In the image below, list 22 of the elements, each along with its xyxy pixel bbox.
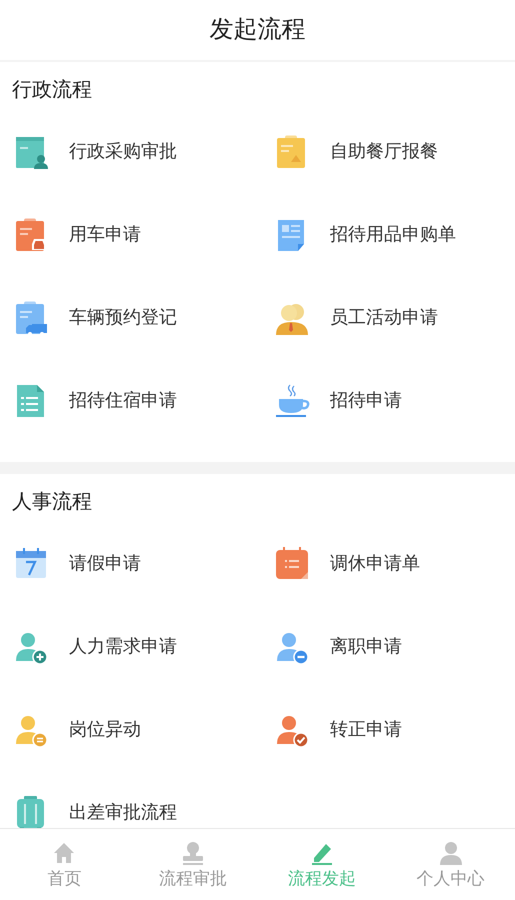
process-item[interactable]: 自助餐厅报餐: [261, 110, 515, 193]
process-item[interactable]: 请假申请: [0, 522, 261, 605]
process-item[interactable]: 调休申请单: [261, 522, 515, 605]
calendar-list-icon: [274, 546, 310, 582]
process-item[interactable]: 出差审批流程: [0, 771, 261, 828]
section-title: 行政流程: [11, 78, 93, 103]
process-item[interactable]: 车辆预约登记: [0, 276, 261, 359]
user-icon: [438, 840, 464, 866]
process-item[interactable]: 行政采购审批: [0, 110, 261, 193]
clipboard-truck-icon: [13, 300, 49, 336]
coffee-cup-icon: [274, 382, 310, 418]
process-item[interactable]: 离职申请: [261, 605, 515, 688]
process-item[interactable]: 招待申请: [261, 359, 515, 442]
page-title: 发起流程: [210, 15, 306, 45]
section-title: 人事流程: [11, 490, 93, 515]
process-item[interactable]: 转正申请: [261, 688, 515, 771]
process-item[interactable]: 岗位异动: [0, 688, 261, 771]
process-item[interactable]: 用车申请: [0, 193, 261, 276]
process-item[interactable]: 招待用品申购单: [261, 193, 515, 276]
process-item[interactable]: 人力需求申请: [0, 605, 261, 688]
process-item[interactable]: 招待住宿申请: [0, 359, 261, 442]
process-item[interactable]: 员工活动申请: [261, 276, 515, 359]
